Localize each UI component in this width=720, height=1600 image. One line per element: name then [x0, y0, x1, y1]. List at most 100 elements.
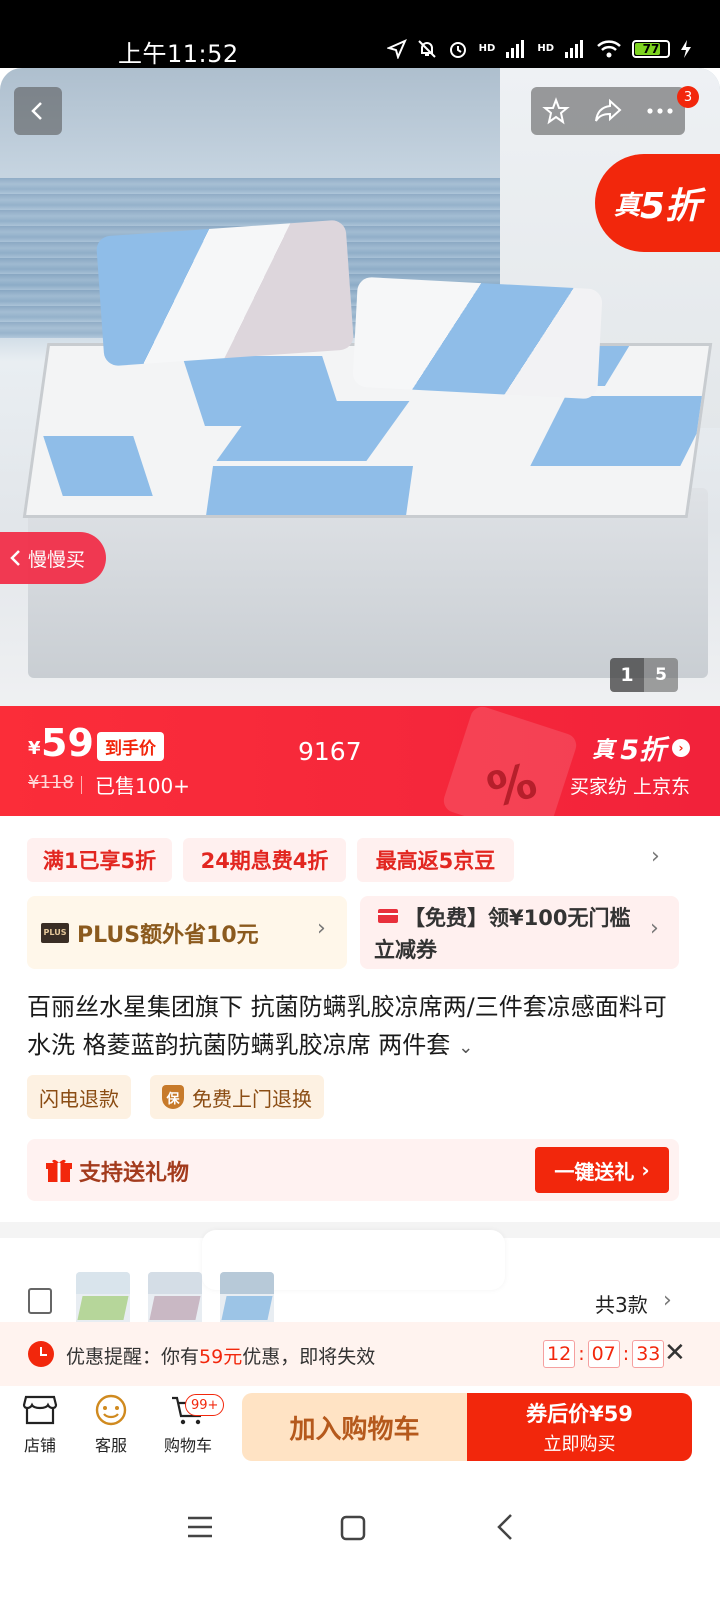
product-title-text: 百丽丝水星集团旗下 抗菌防螨乳胶凉席两/三件套凉感面料可水洗 格菱蓝韵抗菌防螨乳…: [27, 993, 667, 1059]
chevron-right-icon: ›: [317, 916, 326, 941]
add-to-cart-button[interactable]: 加入购物车: [242, 1393, 467, 1461]
service-tag-label: 闪电退款: [39, 1086, 119, 1111]
sold-count: 已售100+: [95, 774, 190, 798]
pager-current: 1: [610, 658, 644, 692]
top-actions: [531, 87, 685, 135]
promo-chip[interactable]: 最高返5京豆: [357, 838, 514, 882]
variant-thumbnail[interactable]: [76, 1272, 130, 1326]
discount-prefix: 真: [592, 737, 615, 763]
wifi-icon: [597, 40, 621, 58]
system-navigation-bar: [0, 1480, 720, 1600]
signal-icon-2: [565, 40, 583, 58]
promo-chip[interactable]: 满1已享5折: [27, 838, 172, 882]
buy-price-label: 券后价¥59: [526, 1402, 633, 1426]
product-page: 上午11:52 HD HD 77 3 真 5折 慢慢买 1 5 ¥ 59 到手价…: [0, 0, 720, 1600]
battery-icon: 77: [632, 40, 670, 58]
shield-icon: 保: [162, 1085, 184, 1109]
close-icon[interactable]: ✕: [664, 1338, 686, 1368]
variant-list-icon: [28, 1288, 52, 1314]
battery-level: 77: [642, 42, 660, 56]
service-tag[interactable]: 保 免费上门退换: [150, 1075, 324, 1119]
pillow-illustration-2: [352, 276, 603, 400]
shop-label: 店铺: [23, 1436, 56, 1455]
buy-now-label: 立即购买: [543, 1434, 616, 1455]
customer-service-button[interactable]: 客服: [81, 1394, 141, 1456]
send-gift-label: 一键送礼: [554, 1159, 635, 1184]
signal-icon: [506, 40, 525, 58]
location-icon: [386, 39, 407, 59]
status-icons: HD HD 77: [386, 38, 692, 60]
timer-seconds: 33: [632, 1340, 665, 1368]
shop-button[interactable]: 店铺: [10, 1394, 70, 1456]
message-badge: 3: [677, 86, 699, 108]
price-value: 59: [41, 721, 94, 765]
clock-icon: [28, 1341, 54, 1367]
gift-row: 支持送礼物 一键送礼 ›: [27, 1139, 679, 1201]
discount-tag-value: 5折: [639, 186, 702, 227]
image-pager: 1 5: [610, 658, 678, 692]
product-title[interactable]: 百丽丝水星集团旗下 抗菌防螨乳胶凉席两/三件套凉感面料可水洗 格菱蓝韵抗菌防螨乳…: [27, 988, 687, 1067]
cart-count-badge: 99+: [185, 1394, 225, 1416]
price-bar: ¥ 59 到手价 ¥118 已售100+ 9167 % 真 5折 › 买家纺 上…: [0, 706, 720, 816]
alarm-icon: [449, 42, 466, 58]
back-button[interactable]: [14, 87, 62, 135]
menu-icon[interactable]: [187, 1515, 213, 1539]
hd-label-2: HD: [537, 43, 554, 54]
status-bar: 上午11:52 HD HD 77: [0, 0, 720, 68]
original-price: ¥118: [28, 772, 74, 793]
variant-thumbnail[interactable]: [148, 1272, 202, 1326]
gift-label: 支持送礼物: [79, 1161, 190, 1186]
variant-thumbnail[interactable]: [220, 1272, 274, 1326]
charging-icon: [681, 40, 691, 58]
service-tag[interactable]: 闪电退款: [27, 1075, 131, 1119]
customer-service-label: 客服: [94, 1436, 127, 1455]
mute-bell-icon: [417, 40, 436, 58]
shop-icon: [22, 1395, 58, 1425]
discount-tag[interactable]: 真 5折: [595, 154, 720, 252]
free-coupon[interactable]: 【免费】领¥100无门槛立减券 ›: [360, 896, 679, 969]
customer-service-icon: [95, 1394, 127, 1426]
slow-buy-label: 慢慢买: [28, 548, 86, 571]
service-tag-label: 免费上门退换: [192, 1086, 312, 1111]
discount-banner[interactable]: 真 5折 ›: [592, 728, 690, 767]
chevron-right-icon: ›: [650, 916, 659, 941]
chevron-right-icon[interactable]: ›: [651, 844, 660, 869]
buy-now-button[interactable]: 券后价¥59 立即购买: [467, 1393, 692, 1461]
star-icon[interactable]: [542, 97, 571, 125]
chevron-left-icon: [10, 550, 20, 566]
promo-chip[interactable]: 24期息费4折: [183, 838, 346, 882]
final-price-tag: 到手价: [97, 732, 164, 761]
discount-value: 5折: [620, 735, 666, 766]
gift-icon: [46, 1159, 72, 1182]
send-gift-button[interactable]: 一键送礼 ›: [535, 1147, 669, 1193]
nav-back-icon[interactable]: [495, 1513, 515, 1541]
coupon-text: 【免费】领¥100无门槛立减券: [374, 906, 631, 962]
more-icon[interactable]: [646, 107, 674, 115]
status-time: 上午11:52: [118, 40, 239, 68]
currency-symbol: ¥: [28, 738, 41, 759]
variant-count: 共3款: [595, 1293, 648, 1317]
countdown-timer: 12: 07: 33: [543, 1340, 665, 1368]
chevron-down-icon[interactable]: ⌄: [458, 1037, 473, 1058]
timer-minutes: 07: [587, 1340, 620, 1368]
cart-label: 购物车: [163, 1436, 212, 1455]
chevron-right-icon: ›: [672, 738, 690, 757]
pillow-illustration: [95, 219, 355, 367]
discount-subtitle: 买家纺 上京东: [569, 776, 690, 798]
plus-savings[interactable]: PLUS PLUS额外省10元 ›: [27, 896, 347, 969]
slow-buy-button[interactable]: 慢慢买: [0, 532, 106, 584]
chevron-right-icon: ›: [663, 1288, 672, 1313]
discount-reminder: 优惠提醒：你有59元优惠，即将失效 12: 07: 33 ✕: [0, 1322, 720, 1386]
promo-code-text: 9167: [298, 737, 362, 766]
back-icon: [31, 102, 42, 120]
pager-total: 5: [644, 658, 678, 692]
reminder-text: 优惠提醒：你有59元优惠，即将失效: [66, 1346, 376, 1368]
plus-text: PLUS额外省10元: [77, 922, 259, 948]
hd-label: HD: [478, 43, 496, 54]
plus-logo: PLUS: [41, 922, 69, 943]
share-icon[interactable]: [593, 98, 623, 124]
reminder-amount: 59元: [199, 1346, 243, 1368]
timer-hours: 12: [543, 1340, 576, 1368]
discount-tag-prefix: 真: [613, 190, 640, 221]
home-icon[interactable]: [340, 1515, 366, 1541]
